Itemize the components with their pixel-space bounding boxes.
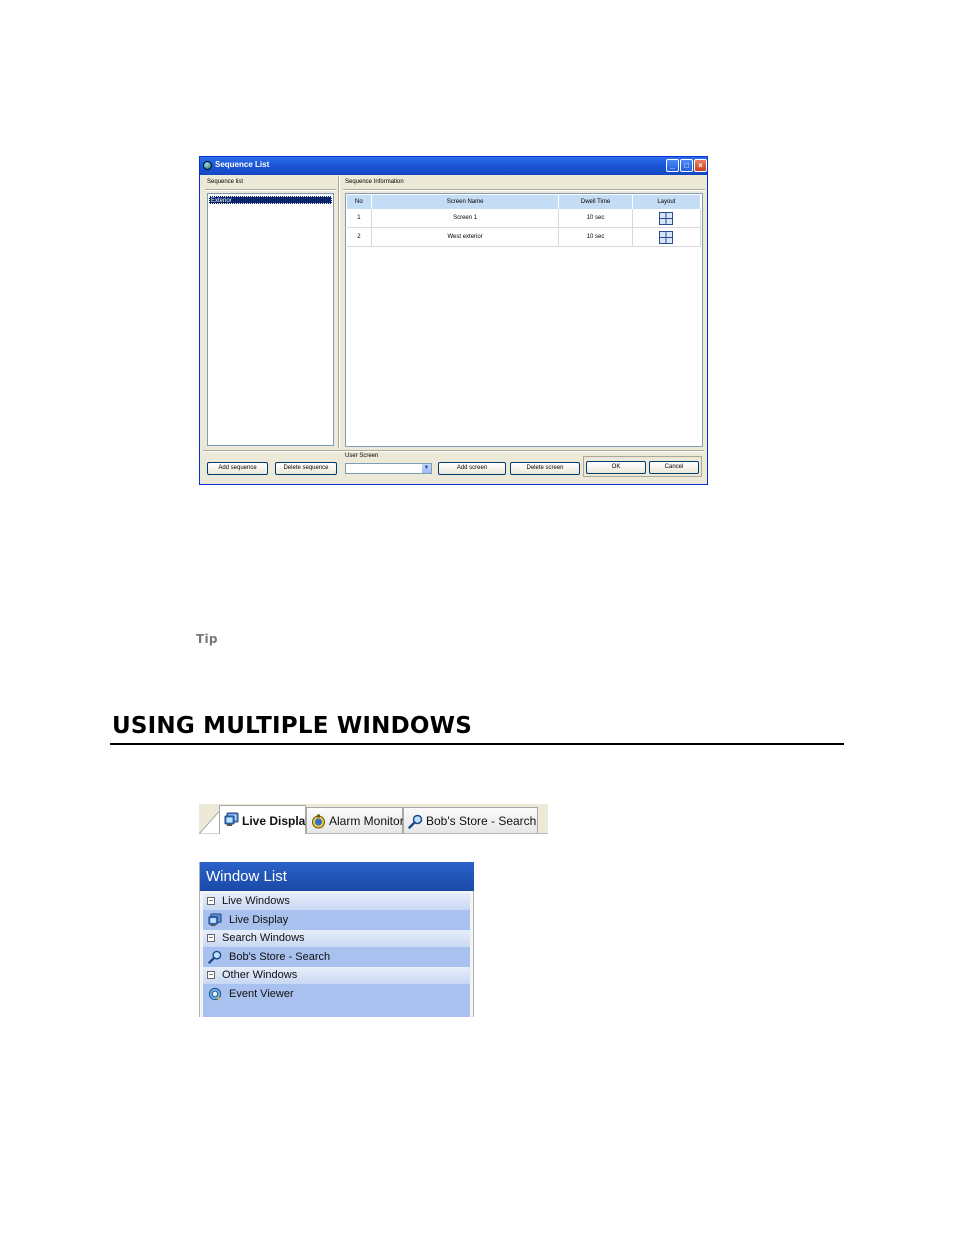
- table-row[interactable]: 2 West exterior 10 sec: [347, 227, 702, 247]
- monitor-icon: [208, 913, 222, 927]
- group-other-windows[interactable]: − Other Windows: [203, 967, 470, 984]
- add-screen-button[interactable]: Add screen: [438, 462, 506, 475]
- tab-label: Live Display: [242, 814, 313, 828]
- cell-dwell-time: 10 sec: [558, 209, 633, 228]
- screen-table: No Screen Name Dwell Time Layout 1 Scree…: [347, 195, 702, 247]
- close-icon[interactable]: ×: [694, 159, 707, 172]
- heading-rule: [110, 743, 844, 745]
- divider: [205, 189, 336, 191]
- ok-button[interactable]: OK: [586, 461, 646, 474]
- column-header-no[interactable]: No: [347, 195, 372, 209]
- app-icon: [203, 161, 212, 170]
- collapse-icon[interactable]: −: [207, 934, 215, 942]
- add-sequence-button[interactable]: Add sequence: [207, 462, 268, 475]
- event-viewer-icon: [208, 987, 222, 1001]
- collapse-icon[interactable]: −: [207, 897, 215, 905]
- window-tab-strip: Live Display Alarm Monitor Bob's Store -…: [199, 804, 548, 834]
- tab-alarm-monitor[interactable]: Alarm Monitor: [306, 807, 404, 833]
- window-list-title: Window List: [200, 862, 474, 891]
- delete-sequence-button[interactable]: Delete sequence: [275, 462, 337, 475]
- group-label: Other Windows: [222, 969, 298, 981]
- group-live-windows[interactable]: − Live Windows: [203, 893, 470, 910]
- sequence-item[interactable]: Exterior: [209, 196, 332, 204]
- group-search-windows[interactable]: − Search Windows: [203, 930, 470, 947]
- tab-label: Alarm Monitor: [329, 814, 404, 828]
- sequence-list-label: Sequence list: [207, 179, 244, 185]
- item-label: Event Viewer: [229, 988, 294, 1000]
- quad-layout-icon: [659, 211, 674, 225]
- list-item-bobs-store-search[interactable]: Bob's Store - Search: [203, 948, 470, 966]
- sequence-info-label: Sequence Information: [345, 179, 404, 185]
- cell-layout: [632, 227, 702, 247]
- monitor-icon: [224, 812, 239, 826]
- list-item-event-viewer[interactable]: Event Viewer: [203, 985, 470, 1003]
- search-icon: [208, 950, 222, 964]
- cell-no: 1: [347, 209, 372, 228]
- cell-dwell-time: 10 sec: [558, 227, 633, 247]
- tip-label: Tip: [196, 632, 218, 646]
- item-label: Bob's Store - Search: [229, 951, 331, 963]
- table-row[interactable]: 1 Screen 1 10 sec: [347, 209, 702, 228]
- cancel-button[interactable]: Cancel: [649, 461, 699, 474]
- search-icon: [408, 814, 423, 829]
- minimize-icon[interactable]: _: [666, 159, 679, 172]
- column-header-layout[interactable]: Layout: [632, 195, 702, 209]
- divider: [203, 450, 704, 452]
- screen-grid[interactable]: No Screen Name Dwell Time Layout 1 Scree…: [345, 193, 703, 447]
- cell-layout: [632, 209, 702, 228]
- tab-label: Bob's Store - Search: [426, 814, 537, 828]
- user-screen-select[interactable]: ▼: [345, 463, 432, 474]
- item-label: Live Display: [229, 914, 289, 926]
- collapse-icon[interactable]: −: [207, 971, 215, 979]
- group-label: Live Windows: [222, 895, 290, 907]
- dialog-title: Sequence List: [215, 160, 270, 169]
- sequence-list-dialog: Sequence List _ □ × Sequence list Sequen…: [199, 156, 708, 485]
- tab-live-display[interactable]: Live Display: [219, 805, 312, 834]
- group-label: Search Windows: [222, 932, 305, 944]
- divider: [343, 189, 705, 191]
- chevron-down-icon[interactable]: ▼: [422, 464, 431, 473]
- section-heading: USING MULTIPLE WINDOWS: [112, 713, 472, 739]
- user-screen-label: User Screen: [345, 453, 379, 459]
- window-list-body: − Live Windows Live Display − Search Win…: [203, 893, 470, 1017]
- pane-splitter[interactable]: [338, 176, 340, 448]
- cell-screen-name: Screen 1: [371, 209, 560, 228]
- table-header-row: No Screen Name Dwell Time Layout: [347, 195, 702, 209]
- maximize-icon[interactable]: □: [680, 159, 693, 172]
- window-list-panel: Window List − Live Windows Live Display …: [199, 862, 474, 1017]
- sequence-listbox[interactable]: Exterior: [207, 193, 334, 446]
- column-header-screen-name[interactable]: Screen Name: [371, 195, 560, 209]
- quad-layout-icon: [659, 230, 674, 244]
- list-item-live-display[interactable]: Live Display: [203, 911, 470, 929]
- column-header-dwell-time[interactable]: Dwell Time: [558, 195, 633, 209]
- cell-no: 2: [347, 227, 372, 247]
- cell-screen-name: West exterior: [371, 227, 560, 247]
- delete-screen-button[interactable]: Delete screen: [510, 462, 580, 475]
- dialog-titlebar[interactable]: Sequence List _ □ ×: [200, 157, 707, 175]
- tab-bobs-store-search[interactable]: Bob's Store - Search: [403, 807, 538, 833]
- alarm-icon: [312, 814, 325, 829]
